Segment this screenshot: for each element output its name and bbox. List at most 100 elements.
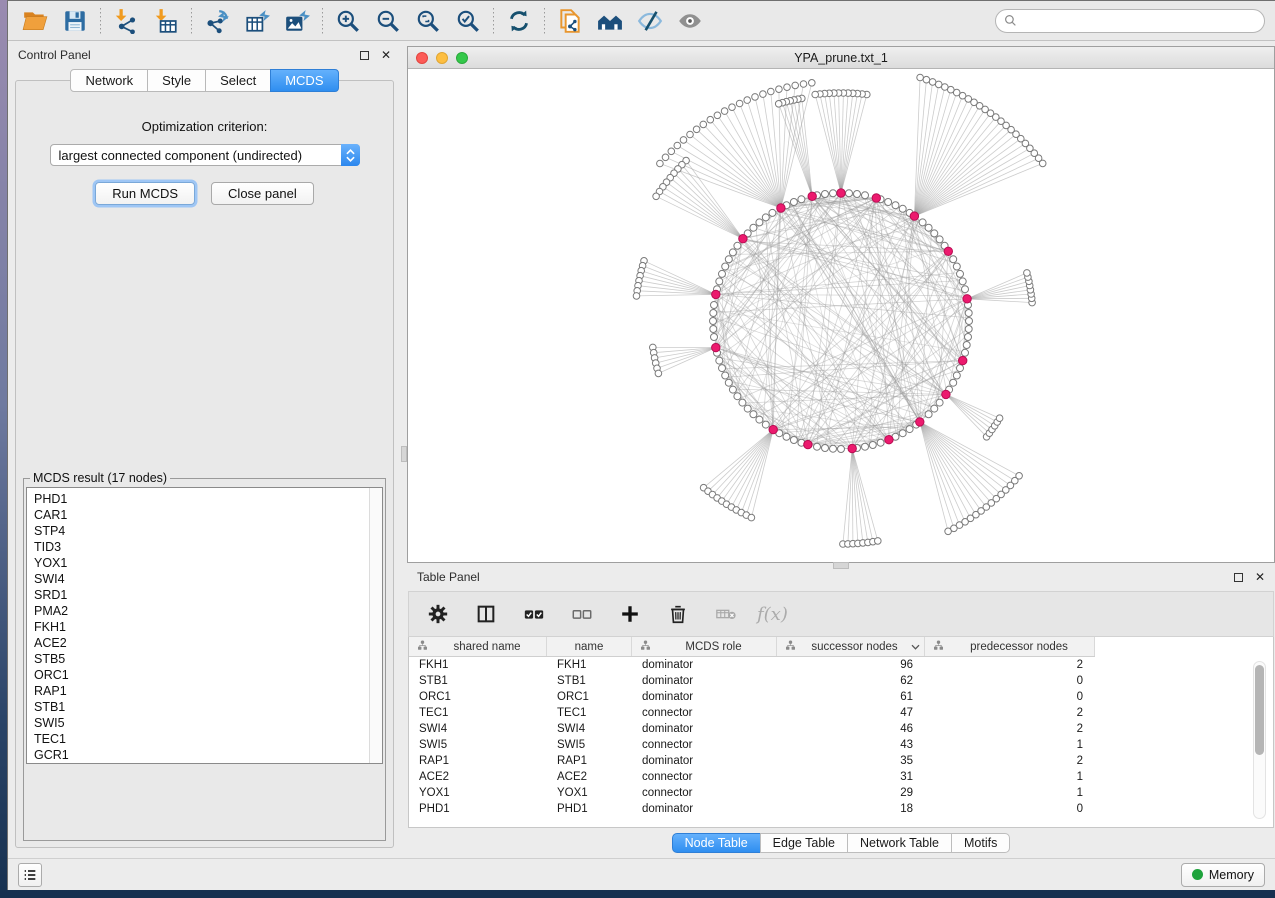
delete-table-icon[interactable] (709, 598, 743, 630)
mcds-result-item[interactable]: PMA2 (34, 603, 382, 619)
table-scrollbar-thumb[interactable] (1255, 665, 1264, 755)
clone-network-icon[interactable] (553, 5, 587, 37)
select-stepper-icon (341, 144, 360, 166)
table-row[interactable]: RAP1RAP1dominator352 (409, 753, 1095, 769)
mcds-list-scrollbar[interactable] (369, 488, 382, 763)
mcds-result-item[interactable]: SRD1 (34, 587, 382, 603)
table-settings-gear-icon[interactable] (421, 598, 455, 630)
import-table-icon[interactable] (149, 5, 183, 37)
table-cell: SWI4 (547, 723, 632, 735)
task-history-button[interactable] (18, 863, 42, 887)
table-tabs: Node TableEdge TableNetwork TableMotifs (407, 828, 1275, 858)
table-row[interactable]: SWI5SWI5connector431 (409, 737, 1095, 753)
table-row[interactable]: ORC1ORC1dominator610 (409, 689, 1095, 705)
mcds-result-item[interactable]: YOX1 (34, 555, 382, 571)
table-cell: ACE2 (409, 771, 547, 783)
export-image-icon[interactable] (280, 5, 314, 37)
float-panel-icon[interactable] (1234, 573, 1243, 582)
function-builder-icon[interactable]: f(x) (757, 604, 788, 625)
mcds-result-item[interactable]: ACE2 (34, 635, 382, 651)
show-columns-icon[interactable] (469, 598, 503, 630)
mcds-result-item[interactable]: TID3 (34, 539, 382, 555)
table-row[interactable]: ACE2ACE2connector311 (409, 769, 1095, 785)
table-cell: ORC1 (547, 691, 632, 703)
table-row[interactable]: FKH1FKH1dominator962 (409, 657, 1095, 673)
tab-node-table[interactable]: Node Table (672, 833, 761, 853)
mcds-result-item[interactable]: FKH1 (34, 619, 382, 635)
tab-select[interactable]: Select (205, 69, 271, 92)
network-canvas[interactable] (408, 69, 1274, 562)
open-file-icon[interactable] (18, 5, 52, 37)
mcds-result-item[interactable]: GCR1 (34, 747, 382, 763)
memory-label: Memory (1209, 868, 1254, 882)
close-panel-button[interactable]: Close panel (211, 182, 314, 205)
table-scrollbar[interactable] (1253, 661, 1266, 819)
network-overview-icon[interactable] (593, 5, 627, 37)
zoom-fit-icon[interactable] (411, 5, 445, 37)
export-table-icon[interactable] (240, 5, 274, 37)
column-header-successor-nodes[interactable]: successor nodes (777, 637, 925, 656)
zoom-in-icon[interactable] (331, 5, 365, 37)
zoom-out-icon[interactable] (371, 5, 405, 37)
deselect-all-icon[interactable] (565, 598, 599, 630)
mcds-result-item[interactable]: RAP1 (34, 683, 382, 699)
save-session-icon[interactable] (58, 5, 92, 37)
sort-indicator-icon (911, 641, 920, 653)
mcds-result-item[interactable]: PHD1 (34, 491, 382, 507)
memory-button[interactable]: Memory (1181, 863, 1265, 887)
refresh-view-icon[interactable] (502, 5, 536, 37)
import-network-icon[interactable] (109, 5, 143, 37)
select-all-icon[interactable] (517, 598, 551, 630)
tab-network[interactable]: Network (70, 69, 148, 92)
table-cell: dominator (632, 675, 777, 687)
column-header-name[interactable]: name (547, 637, 632, 656)
add-column-icon[interactable] (613, 598, 647, 630)
tab-motifs[interactable]: Motifs (951, 833, 1010, 853)
tab-style[interactable]: Style (147, 69, 206, 92)
table-row[interactable]: TEC1TEC1connector472 (409, 705, 1095, 721)
table-row[interactable]: YOX1YOX1connector291 (409, 785, 1095, 801)
export-network-icon[interactable] (200, 5, 234, 37)
mcds-result-item[interactable]: TEC1 (34, 731, 382, 747)
search-field[interactable] (995, 9, 1265, 33)
close-panel-icon[interactable]: ✕ (1255, 571, 1265, 583)
network-graph[interactable] (408, 69, 1275, 562)
table-cell: connector (632, 739, 777, 751)
table-cell: STB1 (547, 675, 632, 687)
control-panel: Control Panel ✕ NetworkStyleSelectMCDS O… (8, 41, 401, 858)
network-window-titlebar[interactable]: YPA_prune.txt_1 (408, 47, 1274, 69)
mcds-result-item[interactable]: STP4 (34, 523, 382, 539)
horizontal-splitter-grip[interactable] (833, 562, 849, 569)
tab-edge-table[interactable]: Edge Table (760, 833, 848, 853)
delete-column-icon[interactable] (661, 598, 695, 630)
tab-network-table[interactable]: Network Table (847, 833, 952, 853)
table-row[interactable]: STB1STB1dominator620 (409, 673, 1095, 689)
table-cell: ACE2 (547, 771, 632, 783)
network-window-title: YPA_prune.txt_1 (408, 51, 1274, 65)
mcds-result-item[interactable]: ORC1 (34, 667, 382, 683)
run-mcds-button[interactable]: Run MCDS (95, 182, 195, 205)
close-panel-icon[interactable]: ✕ (381, 49, 391, 61)
table-cell: STB1 (409, 675, 547, 687)
mcds-result-item[interactable]: STB5 (34, 651, 382, 667)
hide-panel-icon[interactable] (633, 5, 667, 37)
mcds-result-list[interactable]: PHD1CAR1STP4TID3YOX1SWI4SRD1PMA2FKH1ACE2… (26, 487, 383, 764)
table-row[interactable]: SWI4SWI4dominator462 (409, 721, 1095, 737)
column-header-shared-name[interactable]: shared name (409, 637, 547, 656)
mcds-result-item[interactable]: SWI5 (34, 715, 382, 731)
optimization-criterion-select[interactable]: largest connected component (undirected) (50, 144, 360, 166)
zoom-selected-icon[interactable] (451, 5, 485, 37)
mcds-result-item[interactable]: SWI4 (34, 571, 382, 587)
table-cell: 0 (925, 675, 1095, 687)
column-header-MCDS-role[interactable]: MCDS role (632, 637, 777, 656)
mcds-result-item[interactable]: STB1 (34, 699, 382, 715)
search-input[interactable] (1022, 14, 1256, 28)
table-cell: dominator (632, 803, 777, 815)
show-graphics-details-icon[interactable] (673, 5, 707, 37)
table-row[interactable]: PHD1PHD1dominator180 (409, 801, 1095, 817)
table-cell: 46 (777, 723, 925, 735)
column-header-predecessor-nodes[interactable]: predecessor nodes (925, 637, 1095, 656)
mcds-result-item[interactable]: CAR1 (34, 507, 382, 523)
float-panel-icon[interactable] (360, 51, 369, 60)
tab-mcds[interactable]: MCDS (270, 69, 338, 92)
